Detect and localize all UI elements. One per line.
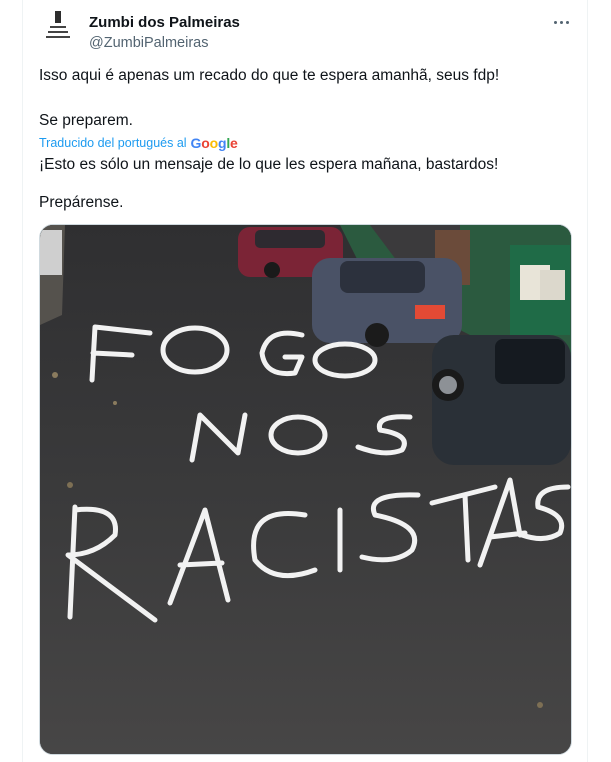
tweet-translation-line1: ¡Esto es sólo un mensaje de lo que les e… (39, 156, 499, 173)
translation-attribution-label: Traducido del portugués al (39, 136, 187, 150)
tweet-media-image[interactable] (39, 224, 572, 755)
avatar[interactable] (38, 8, 78, 48)
tweet-translation-line2: Prepárense. (39, 194, 124, 211)
translation-attribution[interactable]: Traducido del portugués al Google (39, 135, 238, 151)
author-handle[interactable]: @ZumbiPalmeiras (89, 35, 208, 51)
author-display-name[interactable]: Zumbi dos Palmeiras (89, 14, 240, 31)
google-logo: Google (190, 135, 238, 151)
tweet-original-text-line1: Isso aqui é apenas um recado do que te e… (39, 67, 500, 84)
more-icon[interactable] (550, 11, 572, 33)
tweet-original-text-line2: Se preparem. (39, 112, 133, 129)
